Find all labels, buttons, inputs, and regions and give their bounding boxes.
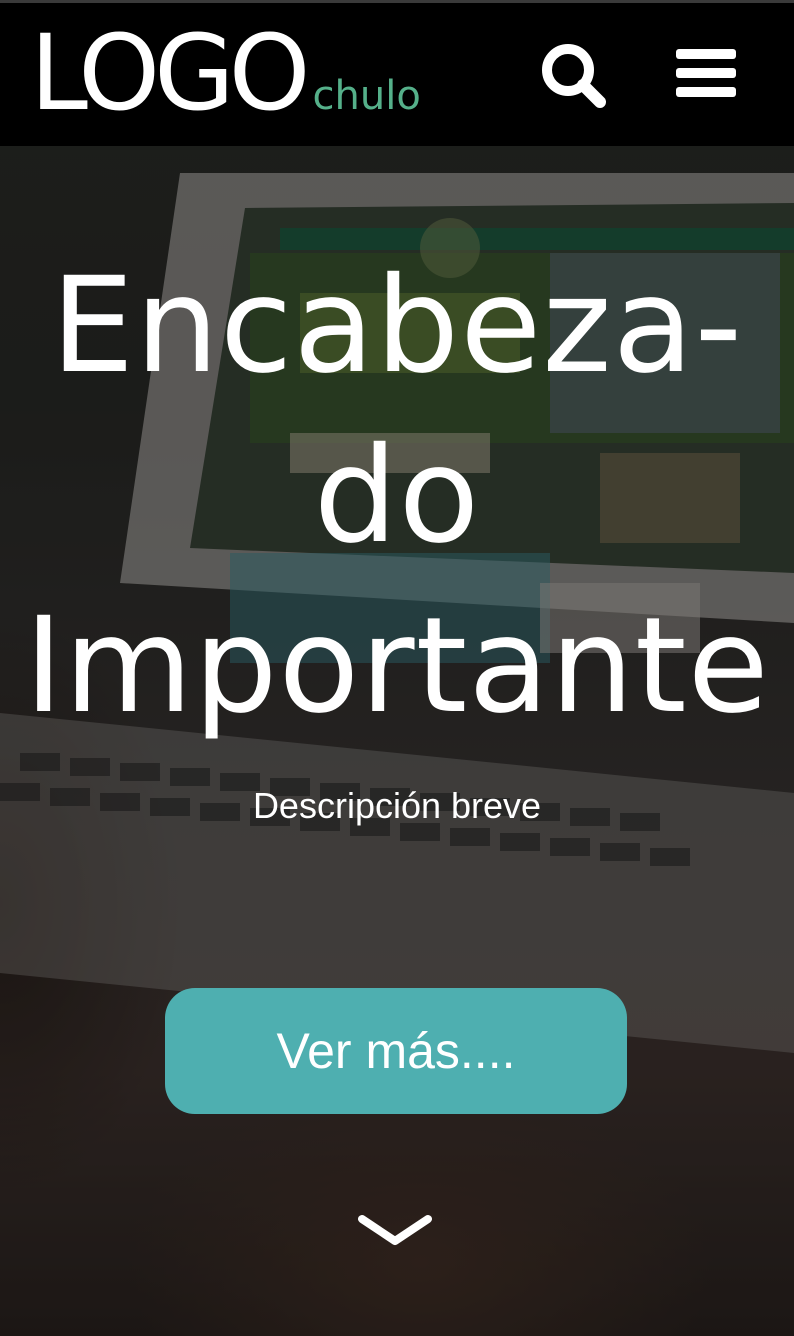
logo[interactable]: LOGO chulo — [30, 21, 421, 125]
site-header: LOGO chulo — [0, 3, 794, 146]
chevron-down-icon — [358, 1215, 432, 1245]
search-button[interactable] — [538, 41, 610, 111]
hero-title-line-2: do — [313, 419, 481, 573]
page: LOGO chulo Encabeza- do Importante Descri… — [0, 0, 794, 1336]
see-more-button-label: Ver más.... — [276, 1023, 516, 1079]
search-icon — [542, 44, 606, 108]
menu-button[interactable] — [676, 47, 738, 99]
hamburger-menu-icon — [676, 49, 736, 97]
see-more-button[interactable]: Ver más.... — [165, 988, 627, 1114]
scroll-down-button[interactable] — [358, 1213, 432, 1249]
hero-title-line-1: Encabeza- — [50, 249, 744, 403]
logo-main-text: LOGO — [30, 12, 311, 134]
hero-description: Descripción breve — [252, 785, 542, 826]
hero-title-line-3: Importante — [24, 589, 770, 743]
logo-sub-text: chulo — [312, 73, 421, 119]
hero-title: Encabeza- do Importante — [0, 241, 794, 751]
